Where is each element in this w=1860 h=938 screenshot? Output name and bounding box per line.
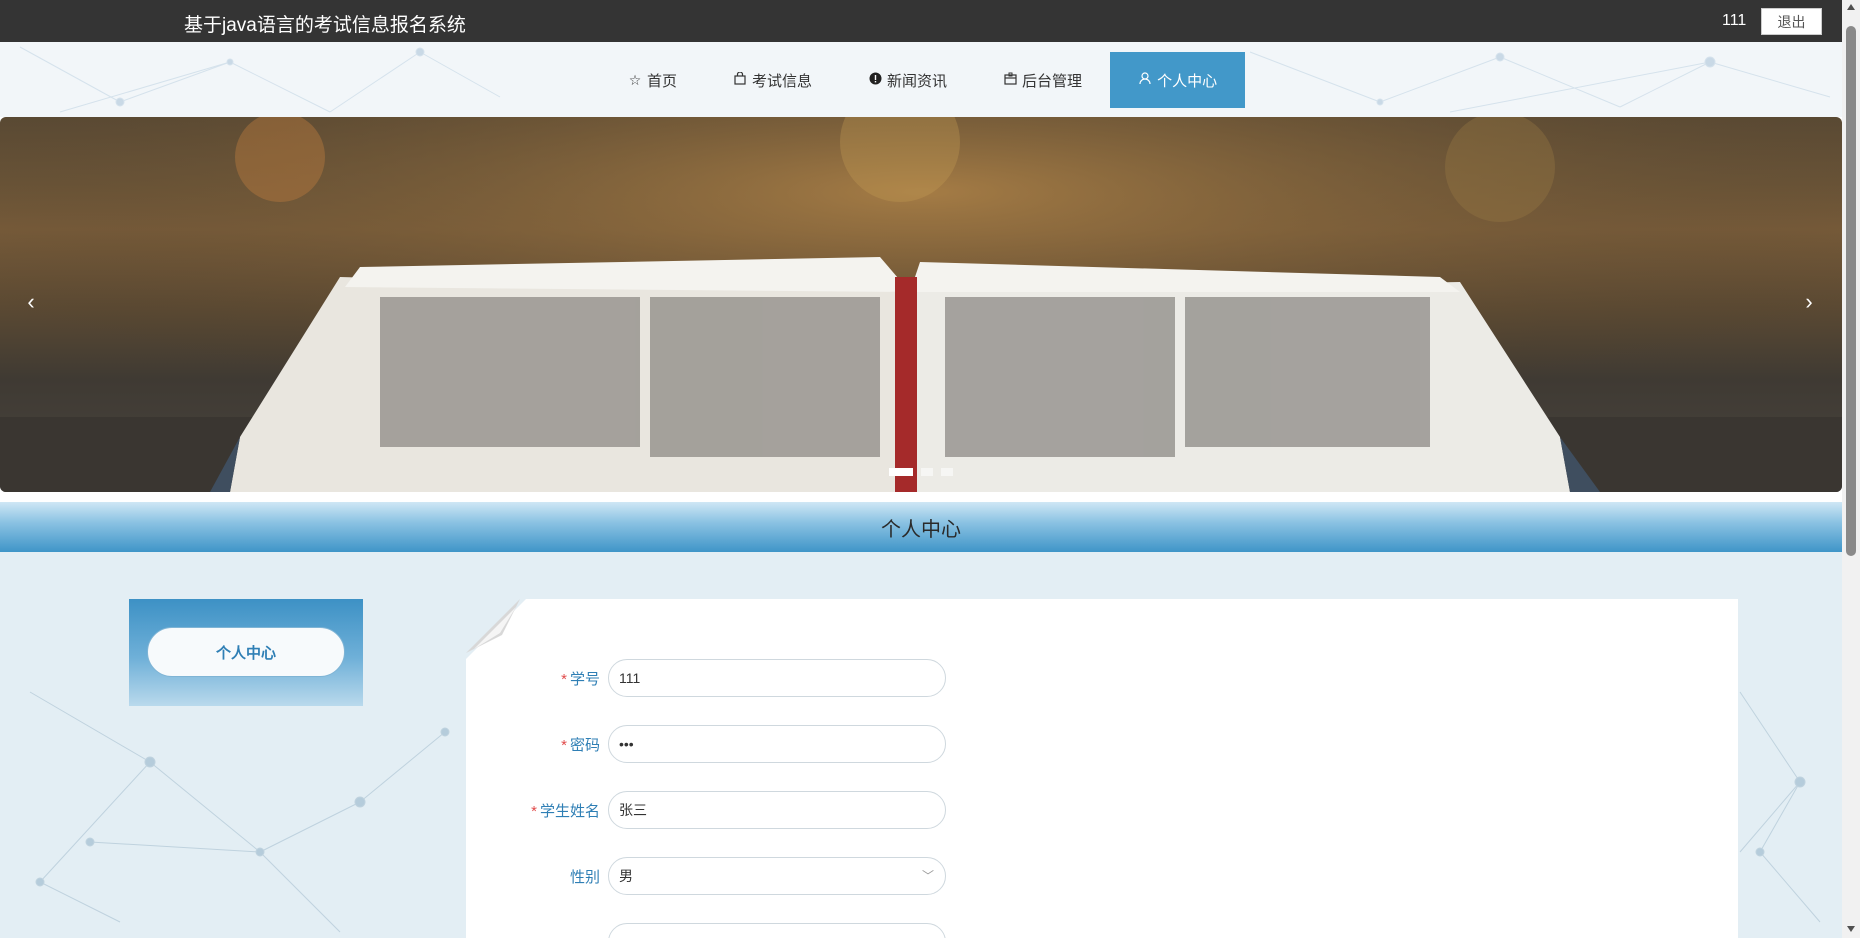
field-label: * 学号: [561, 670, 600, 688]
sidebar-panel: 个人中心: [129, 599, 363, 706]
chevron-down-icon: ﹀: [921, 869, 934, 883]
carousel-dot[interactable]: [889, 468, 913, 476]
star-icon: ☆: [628, 71, 642, 88]
section-title: 个人中心: [0, 502, 1842, 552]
scroll-up-arrow-icon[interactable]: [1847, 4, 1855, 10]
nav-item-label: 新闻资讯: [887, 72, 948, 90]
required-mark: *: [531, 802, 537, 820]
user-icon: [1138, 72, 1152, 88]
info-icon: [868, 72, 882, 88]
page-scrollbar[interactable]: [1842, 0, 1860, 938]
required-mark: *: [561, 736, 567, 754]
banner-image: [0, 117, 1842, 492]
nav-area: ☆ 首页 考试信息 新闻资讯 后台管理 个人中心: [0, 42, 1842, 117]
sidebar-personal-center-button[interactable]: 个人中心: [147, 627, 345, 677]
field-label: 性别: [569, 868, 600, 886]
next-field-input[interactable]: [608, 923, 946, 938]
gender-select-value[interactable]: 男: [608, 857, 946, 895]
form-row-password: * 密码 •••: [466, 725, 946, 763]
nav-item-admin[interactable]: 后台管理: [975, 52, 1110, 108]
nav-item-label: 考试信息: [752, 72, 813, 90]
form-row-student-name: * 学生姓名 张三: [466, 791, 946, 829]
logout-button[interactable]: 退出: [1761, 8, 1822, 35]
nav-item-label: 首页: [647, 72, 678, 90]
profile-form: * 学号 111 * 密码 ••• * 学生姓名 张三 性别 男 ﹀: [466, 599, 1738, 938]
box-icon: [1003, 72, 1017, 88]
nav-item-exam-info[interactable]: 考试信息: [705, 52, 840, 108]
carousel-indicators: [889, 468, 953, 476]
gender-select[interactable]: 男 ﹀: [608, 857, 946, 895]
student-name-input[interactable]: 张三: [608, 791, 946, 829]
top-bar: 基于java语言的考试信息报名系统 111 退出: [0, 0, 1842, 42]
bag-icon: [733, 71, 747, 88]
form-row-gender: 性别 男 ﹀: [466, 857, 946, 895]
password-input[interactable]: •••: [608, 725, 946, 763]
nav-item-personal-center[interactable]: 个人中心: [1110, 52, 1246, 108]
carousel-prev-arrow[interactable]: ‹: [21, 289, 41, 315]
main-nav: ☆ 首页 考试信息 新闻资讯 后台管理 个人中心: [600, 52, 1246, 108]
scrollbar-thumb[interactable]: [1846, 26, 1856, 556]
required-mark: *: [561, 670, 567, 688]
content-area: 个人中心 * 学号 111 * 密码 ••• * 学生姓名 张三 性别 男 ﹀: [0, 552, 1842, 938]
nav-item-label: 个人中心: [1157, 72, 1218, 90]
nav-item-news[interactable]: 新闻资讯: [840, 52, 975, 108]
field-label: * 密码: [561, 736, 600, 754]
carousel-dot[interactable]: [941, 468, 953, 476]
app-title: 基于java语言的考试信息报名系统: [184, 15, 466, 36]
user-name: 111: [1722, 12, 1747, 29]
banner-carousel: ‹ ›: [0, 117, 1842, 492]
carousel-dot[interactable]: [921, 468, 933, 476]
carousel-next-arrow[interactable]: ›: [1799, 289, 1819, 315]
form-row-next: [466, 923, 946, 938]
page-fold-decoration: [466, 599, 526, 659]
nav-item-label: 后台管理: [1022, 72, 1083, 90]
student-id-input[interactable]: 111: [608, 659, 946, 697]
field-label: * 学生姓名: [531, 802, 600, 820]
scroll-down-arrow-icon[interactable]: [1847, 926, 1855, 932]
form-row-student-id: * 学号 111: [466, 659, 946, 697]
nav-item-home[interactable]: ☆ 首页: [600, 52, 705, 108]
